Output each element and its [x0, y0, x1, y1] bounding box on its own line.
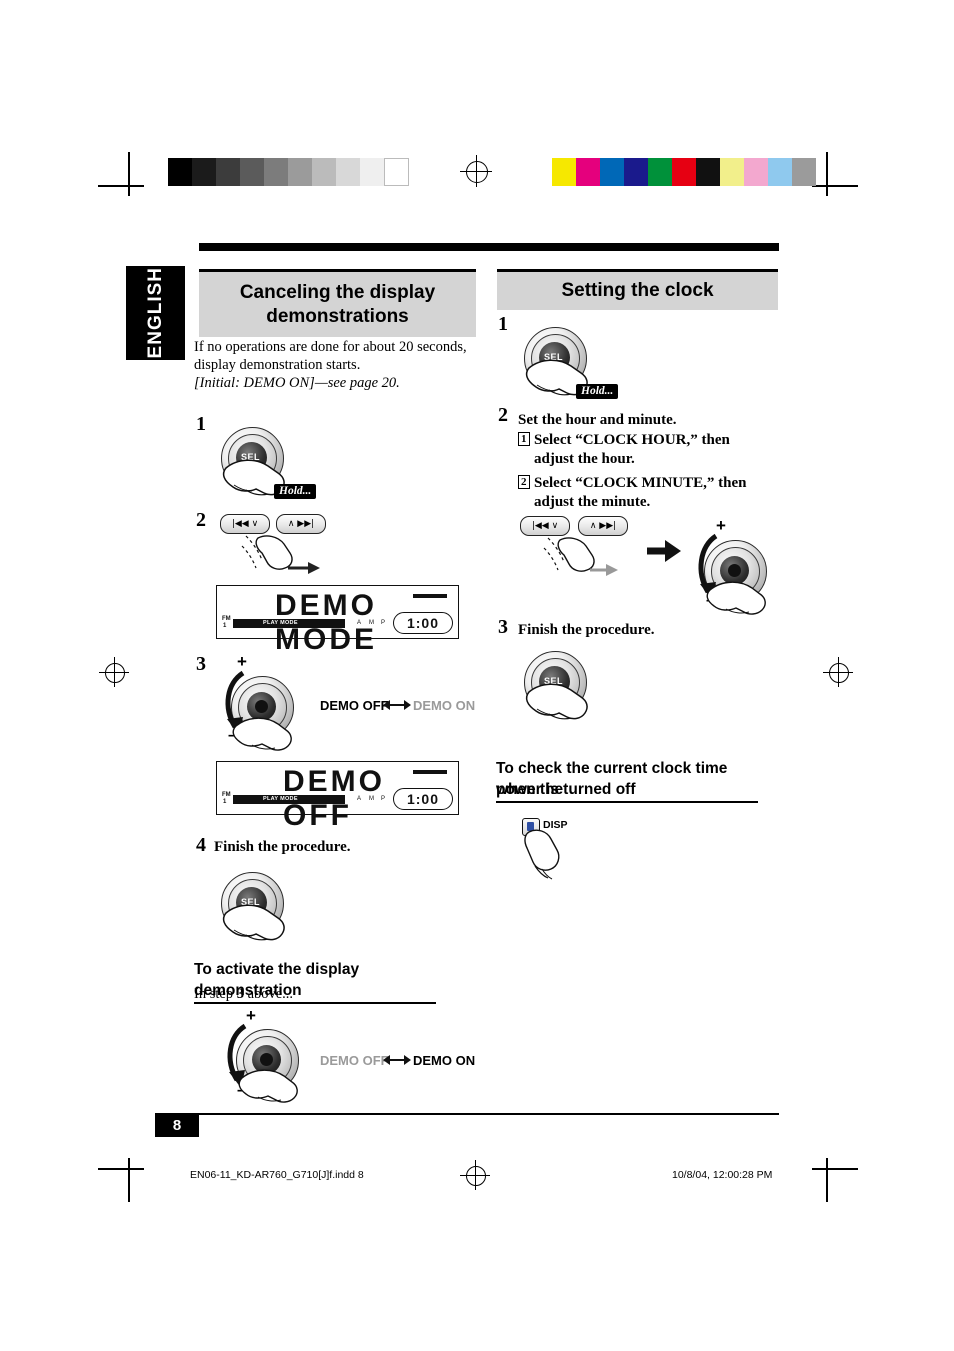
- left-step3-option-off: DEMO OFF: [320, 698, 389, 713]
- left-lcd2-chip: PLAY MODE: [263, 796, 298, 802]
- left-lcd1-mark-a: A: [357, 620, 362, 626]
- left-step4-number: 4: [196, 834, 206, 856]
- left-section-heading: Canceling the display demonstrations: [199, 269, 476, 337]
- footer-rule: [199, 1113, 779, 1115]
- right-subsection-title-line2: power is turned off: [496, 780, 758, 803]
- language-tab: ENGLISH: [126, 266, 185, 360]
- left-lcd-demo-mode: FM 1 DEMO MODE PLAY MODE A M P 1:00: [216, 585, 459, 656]
- left-lcd1-clock: 1:00: [393, 612, 453, 634]
- left-lcd-demo-off: FM 1 DEMO OFF PLAY MODE A M P 1:00: [216, 761, 459, 832]
- right-step2-hand-icon: [706, 581, 766, 615]
- right-heading-label: Setting the clock: [561, 280, 714, 302]
- page-top-rule: [199, 243, 779, 251]
- right-subsection-hand-icon: [524, 829, 560, 880]
- left-subsection-text-post: above...: [243, 986, 294, 1002]
- left-lcd1-chip: PLAY MODE: [263, 620, 298, 626]
- left-lcd2-band: FM: [222, 792, 231, 798]
- left-subsection-hand-icon: [238, 1069, 298, 1103]
- footer-filename: EN06-11_KD-AR760_G710[J]f.indd 8: [190, 1169, 364, 1181]
- crop-mark-top-right-h: [812, 185, 858, 187]
- left-subsection-text-bold: 3: [236, 986, 244, 1002]
- color-swatch-bar: [552, 158, 816, 186]
- left-subsection-option-off: DEMO OFF: [320, 1053, 389, 1068]
- crop-mark-bottom-left-v: [128, 1158, 130, 1202]
- footer-timestamp: 10/8/04, 12:00:28 PM: [672, 1169, 773, 1181]
- left-step1-hold-tag: Hold...: [274, 484, 317, 499]
- right-step2-hand-icon: [543, 537, 618, 576]
- left-step4-label: Finish the procedure.: [214, 839, 351, 855]
- left-lcd2-mark-m: M: [369, 796, 374, 802]
- language-tab-label: ENGLISH: [144, 267, 166, 359]
- page-number-badge: 8: [155, 1113, 199, 1137]
- left-subsection-toggle-arrow-icon: [383, 1055, 411, 1065]
- right-step2-sub2-line1: Select “CLOCK MINUTE,” then: [534, 475, 747, 491]
- left-lcd2-preset: 1: [223, 799, 227, 805]
- right-section-heading: Setting the clock: [497, 269, 778, 310]
- crop-mark-bottom-left-h: [98, 1168, 144, 1170]
- crop-mark-bottom-right-v: [826, 1158, 828, 1202]
- crop-mark-top-right-v: [826, 152, 828, 196]
- left-step2-hand-icon: [241, 535, 320, 574]
- left-lcd1-band: FM: [222, 616, 231, 622]
- left-lcd2-clock: 1:00: [393, 788, 453, 810]
- left-step1-number: 1: [196, 413, 206, 435]
- left-step2-number: 2: [196, 509, 206, 531]
- left-subsection-text-pre: In step: [194, 986, 237, 1002]
- left-step3-hand-icon: [232, 717, 292, 751]
- crop-mark-top-left-h: [98, 185, 144, 187]
- left-lcd1-mark-m: M: [369, 620, 374, 626]
- left-subsection-option-on: DEMO ON: [413, 1053, 476, 1068]
- right-step2-sub2-marker: 2: [518, 475, 530, 490]
- right-step2-sub2-line2: adjust the minute.: [534, 494, 651, 510]
- left-intro-italic: [Initial: DEMO ON]—see page 20.: [194, 375, 400, 391]
- left-heading-line1: Canceling the display: [239, 282, 436, 304]
- left-intro-line2: display demonstration starts.: [194, 357, 361, 373]
- left-subsection-text: In step 3 above...: [194, 985, 293, 1004]
- right-step3-hand-icon: [525, 683, 588, 720]
- left-step3-number: 3: [196, 653, 206, 675]
- right-step1-number: 1: [498, 313, 508, 335]
- left-step3-option-on: DEMO ON: [413, 698, 476, 713]
- right-step2-sub1-line2: adjust the hour.: [534, 451, 635, 467]
- right-step2-sub1-line1: Select “CLOCK HOUR,” then: [534, 432, 730, 448]
- left-lcd2-mark-p: P: [381, 796, 386, 802]
- grayscale-swatch-bar: [168, 158, 409, 186]
- left-intro-line1: If no operations are done for about 20 s…: [194, 339, 467, 355]
- right-step3-label: Finish the procedure.: [518, 622, 655, 638]
- right-step2-sub1-marker: 1: [518, 432, 530, 447]
- left-step3-toggle-arrow-icon: [383, 700, 411, 710]
- left-lcd1-preset: 1: [223, 623, 227, 629]
- left-lcd2-mark-a: A: [357, 796, 362, 802]
- right-step2-number: 2: [498, 404, 508, 426]
- left-lcd1-mark-p: P: [381, 620, 386, 626]
- crop-mark-bottom-right-h: [812, 1168, 858, 1170]
- right-step3-number: 3: [498, 616, 508, 638]
- left-heading-line2: demonstrations: [266, 305, 409, 327]
- crop-mark-top-left-v: [128, 152, 130, 196]
- right-step2-label: Set the hour and minute.: [518, 412, 677, 428]
- right-step1-hold-tag: Hold...: [576, 384, 619, 399]
- right-step2-flow-arrow-icon: [647, 540, 681, 562]
- left-step4-hand-icon: [222, 904, 285, 941]
